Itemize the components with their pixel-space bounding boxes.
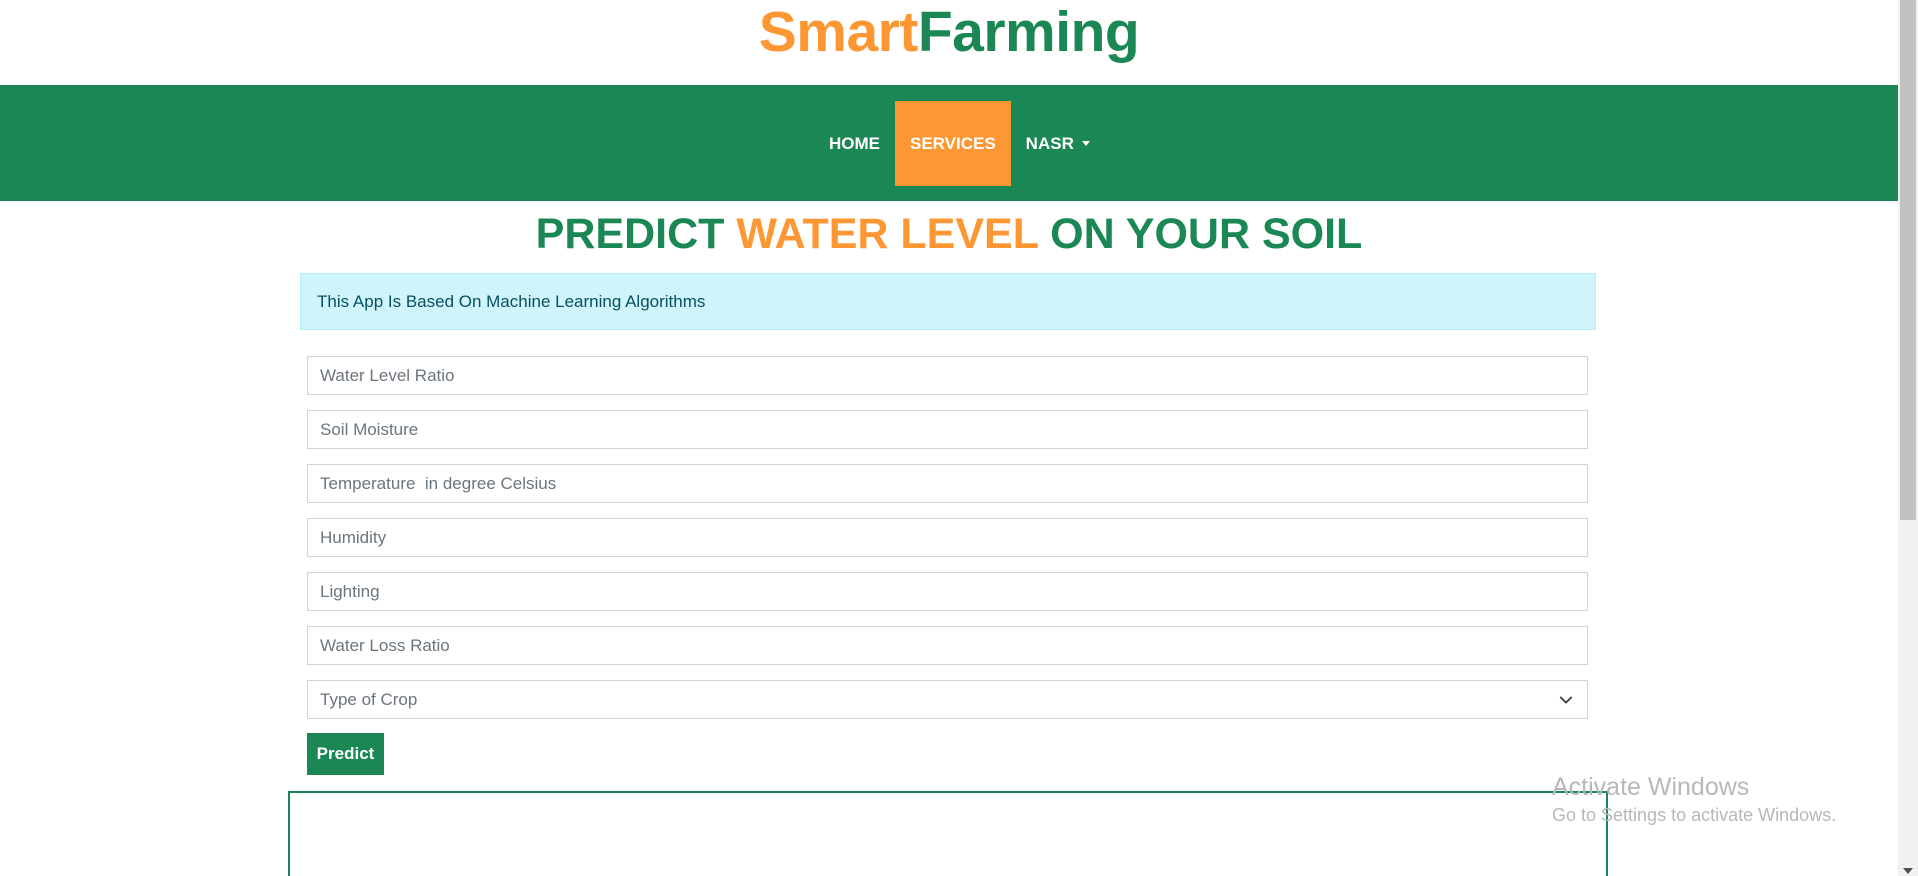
nav-menu: HOME SERVICES NASR xyxy=(814,101,1105,186)
nav-item-home[interactable]: HOME xyxy=(814,101,895,186)
predict-button[interactable]: Predict xyxy=(307,733,384,775)
prediction-result-panel xyxy=(288,791,1608,876)
site-logo[interactable]: SmartFarming xyxy=(0,0,1898,85)
title-part-water-level: WATER LEVEL xyxy=(736,210,1039,258)
logo-text-farming: Farming xyxy=(917,0,1140,64)
page-title: PREDICT WATER LEVEL ON YOUR SOIL xyxy=(0,206,1898,262)
logo-text-smart: Smart xyxy=(758,0,919,64)
nav-item-services[interactable]: SERVICES xyxy=(895,101,1011,186)
page: SmartFarming HOME SERVICES NASR PREDICT … xyxy=(0,0,1898,876)
scroll-down-arrow-icon[interactable] xyxy=(1903,868,1913,874)
main-navbar: HOME SERVICES NASR xyxy=(0,85,1898,201)
nav-item-nasr-label: NASR xyxy=(1025,133,1074,153)
chevron-down-icon xyxy=(1559,696,1573,704)
crop-type-selected-value: Type of Crop xyxy=(320,690,418,709)
soil-moisture-input[interactable] xyxy=(307,410,1588,449)
info-alert: This App Is Based On Machine Learning Al… xyxy=(300,273,1596,330)
water-level-ratio-input[interactable] xyxy=(307,356,1588,395)
vertical-scrollbar[interactable] xyxy=(1898,0,1918,876)
crop-type-select[interactable]: Type of Crop xyxy=(307,680,1588,719)
lighting-input[interactable] xyxy=(307,572,1588,611)
watermark-title: Activate Windows xyxy=(1552,773,1750,801)
watermark-subtitle: Go to Settings to activate Windows. xyxy=(1552,805,1837,825)
title-part-soil: ON YOUR SOIL xyxy=(1038,210,1363,258)
title-part-predict: PREDICT xyxy=(535,210,737,258)
temperature-input[interactable] xyxy=(307,464,1588,503)
windows-activation-watermark: Activate Windows Go to Settings to activ… xyxy=(1552,771,1836,827)
humidity-input[interactable] xyxy=(307,518,1588,557)
scrollbar-thumb[interactable] xyxy=(1900,0,1916,520)
water-loss-ratio-input[interactable] xyxy=(307,626,1588,665)
caret-down-icon xyxy=(1081,141,1090,146)
nav-item-nasr-dropdown[interactable]: NASR xyxy=(1011,101,1105,186)
